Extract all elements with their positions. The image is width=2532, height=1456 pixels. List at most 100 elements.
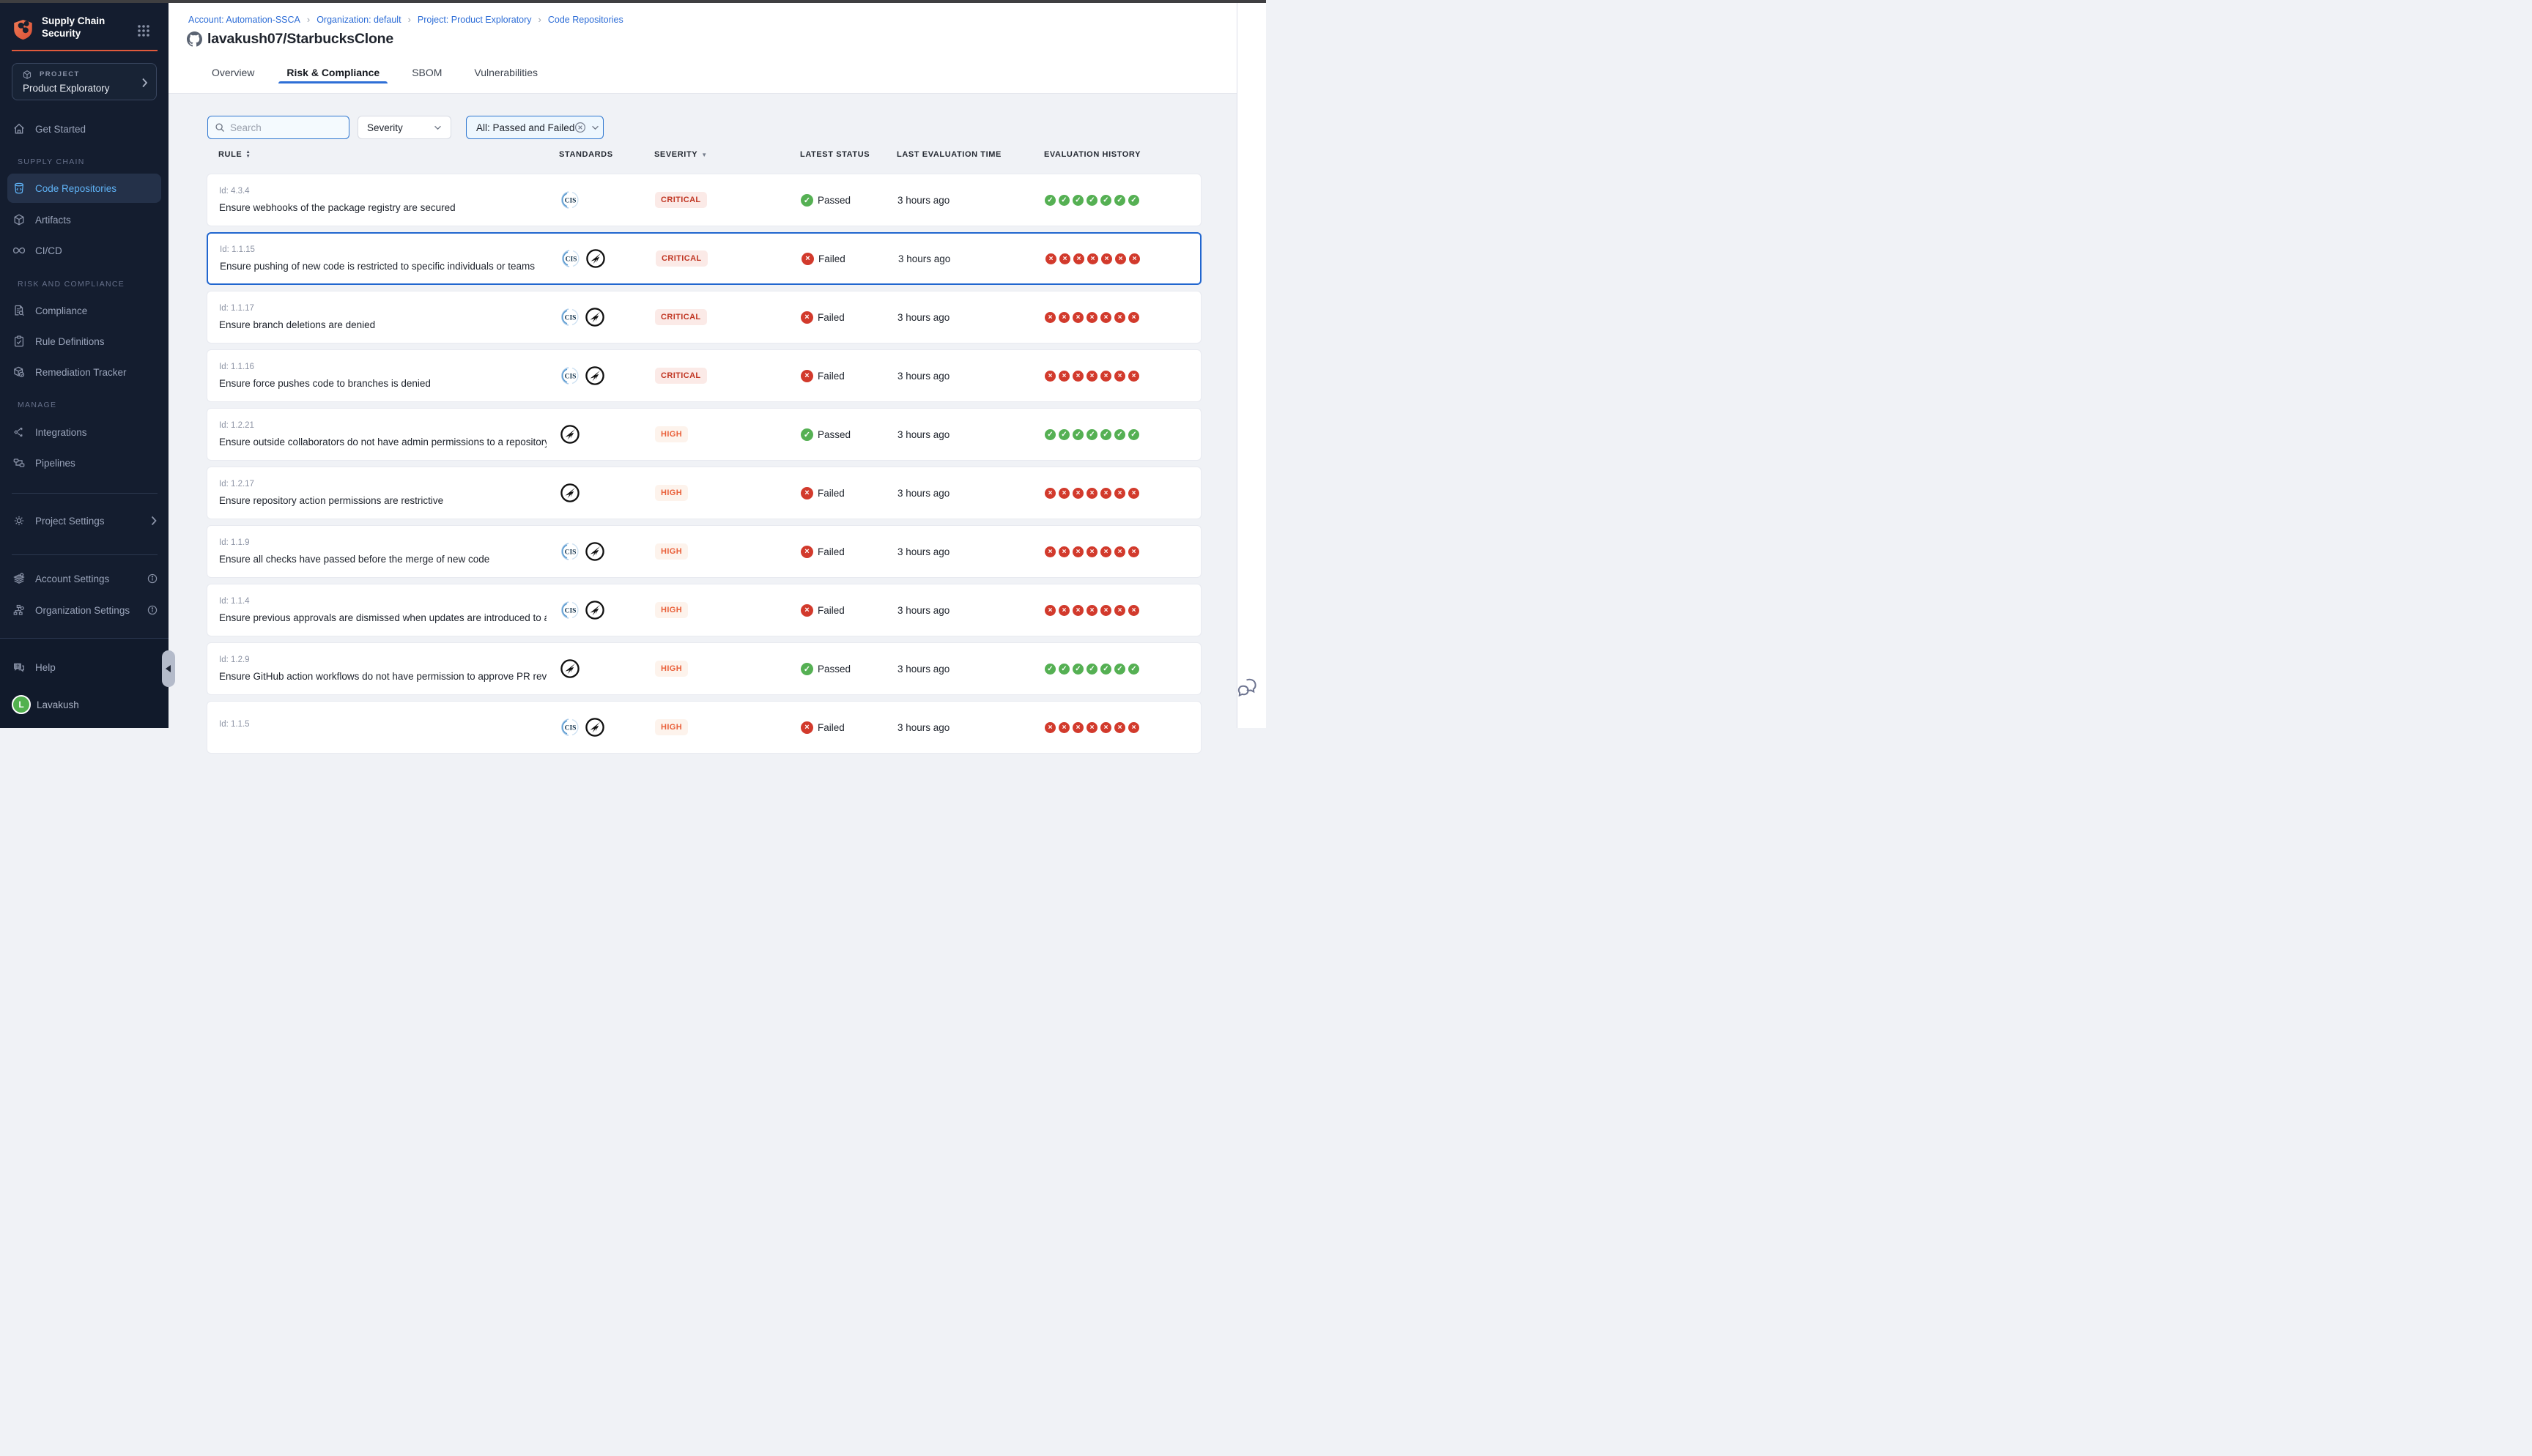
project-selector[interactable]: PROJECT Product Exploratory bbox=[12, 63, 157, 100]
history-failed-icon: × bbox=[1100, 312, 1111, 323]
owasp-badge-icon bbox=[585, 541, 605, 562]
status-icon: × bbox=[801, 370, 813, 382]
sidebar-item-get-started[interactable]: Get Started bbox=[7, 119, 161, 138]
evaluation-time: 3 hours ago bbox=[897, 605, 1045, 616]
rule-sort-icon[interactable]: ▲▼ bbox=[245, 150, 251, 159]
table-row[interactable]: Id: 1.2.17 Ensure repository action perm… bbox=[207, 467, 1202, 519]
sidebar-item-cicd[interactable]: CI/CD bbox=[7, 241, 161, 260]
severity-filter-dropdown[interactable]: Severity bbox=[358, 116, 451, 139]
table-row[interactable]: Id: 1.1.4 Ensure previous approvals are … bbox=[207, 584, 1202, 636]
svg-text:?: ? bbox=[16, 664, 19, 669]
history-failed-icon: × bbox=[1100, 722, 1111, 733]
evaluation-history: ××××××× bbox=[1045, 605, 1201, 616]
severity-cell: HIGH bbox=[655, 602, 801, 618]
history-failed-icon: × bbox=[1073, 546, 1084, 557]
column-header-latest-status: LATEST STATUS bbox=[800, 150, 897, 159]
history-failed-icon: × bbox=[1114, 488, 1125, 499]
history-failed-icon: × bbox=[1115, 253, 1126, 264]
table-row[interactable]: Id: 1.2.21 Ensure outside collaborators … bbox=[207, 408, 1202, 461]
rule-id: Id: 1.1.4 bbox=[219, 597, 547, 606]
project-name: Product Exploratory bbox=[23, 83, 110, 94]
history-failed-icon: × bbox=[1059, 488, 1070, 499]
rule-id: Id: 1.2.21 bbox=[219, 421, 547, 430]
sidebar-item-label: Account Settings bbox=[35, 573, 109, 584]
history-passed-icon: ✓ bbox=[1059, 429, 1070, 440]
cis-badge-icon: CIS bbox=[560, 307, 580, 327]
table-row[interactable]: Id: 1.2.9 Ensure GitHub action workflows… bbox=[207, 642, 1202, 695]
status-filter-dropdown[interactable]: All: Passed and Failed bbox=[466, 116, 604, 139]
github-icon bbox=[187, 31, 202, 47]
sidebar-item-pipelines[interactable]: Pipelines bbox=[7, 453, 161, 472]
rule-text: Ensure webhooks of the package registry … bbox=[219, 202, 547, 213]
app-launcher-grid-icon[interactable] bbox=[136, 23, 151, 38]
rule-id: Id: 1.2.9 bbox=[219, 655, 547, 664]
rule-text: Ensure pushing of new code is restricted… bbox=[220, 261, 547, 272]
page-title: lavakush07/StarbucksClone bbox=[207, 31, 393, 48]
severity-sort-icon[interactable]: ▼ bbox=[701, 152, 708, 158]
breadcrumb-link[interactable]: Project: Product Exploratory bbox=[418, 15, 532, 25]
user-name[interactable]: Lavakush bbox=[37, 699, 79, 710]
search-input[interactable] bbox=[230, 122, 340, 133]
clear-filter-icon[interactable] bbox=[574, 122, 586, 133]
sidebar-item-artifacts[interactable]: Artifacts bbox=[7, 210, 161, 229]
column-header-standards: STANDARDS bbox=[559, 150, 654, 159]
tab-overview[interactable]: Overview bbox=[204, 62, 262, 83]
history-failed-icon: × bbox=[1128, 371, 1139, 382]
rule-cell: Id: 1.1.4 Ensure previous approvals are … bbox=[219, 597, 560, 623]
status-icon: × bbox=[801, 604, 813, 617]
table-row[interactable]: Id: 1.1.17 Ensure branch deletions are d… bbox=[207, 291, 1202, 343]
sidebar-item-rule-definitions[interactable]: Rule Definitions bbox=[7, 332, 161, 351]
sidebar-item-label: Remediation Tracker bbox=[35, 367, 127, 378]
table-row[interactable]: Id: 1.1.9 Ensure all checks have passed … bbox=[207, 525, 1202, 578]
history-passed-icon: ✓ bbox=[1073, 664, 1084, 675]
evaluation-time: 3 hours ago bbox=[897, 488, 1045, 499]
status-filter-label: All: Passed and Failed bbox=[476, 122, 574, 133]
sidebar-item-code-repositories[interactable]: Code Repositories bbox=[7, 174, 161, 203]
history-failed-icon: × bbox=[1087, 488, 1097, 499]
search-icon bbox=[215, 122, 225, 133]
tab-risk-compliance[interactable]: Risk & Compliance bbox=[278, 62, 388, 83]
sidebar-item-help[interactable]: ? Help bbox=[7, 658, 161, 677]
tab-vulnerabilities[interactable]: Vulnerabilities bbox=[466, 62, 546, 83]
status-label: Passed bbox=[818, 195, 851, 206]
chevron-right-icon bbox=[141, 78, 148, 88]
info-icon[interactable] bbox=[147, 573, 158, 584]
layers-gear-icon bbox=[12, 572, 26, 585]
chevron-down-icon bbox=[434, 125, 442, 130]
rule-id: Id: 1.1.17 bbox=[219, 304, 547, 313]
severity-cell: CRITICAL bbox=[655, 368, 801, 384]
table-row[interactable]: Id: 1.1.15 Ensure pushing of new code is… bbox=[207, 232, 1202, 285]
severity-badge: CRITICAL bbox=[655, 368, 707, 384]
standards-cell: CIS bbox=[560, 717, 655, 738]
table-row[interactable]: Id: 4.3.4 Ensure webhooks of the package… bbox=[207, 174, 1202, 226]
breadcrumb-link[interactable]: Organization: default bbox=[316, 15, 401, 25]
table-row[interactable]: Id: 1.1.16 Ensure force pushes code to b… bbox=[207, 349, 1202, 402]
sidebar-item-compliance[interactable]: Compliance bbox=[7, 301, 161, 320]
sidebar-item-project-settings[interactable]: Project Settings bbox=[7, 511, 161, 530]
sidebar-collapse-handle[interactable] bbox=[162, 650, 175, 687]
history-passed-icon: ✓ bbox=[1059, 664, 1070, 675]
history-failed-icon: × bbox=[1128, 546, 1139, 557]
sidebar-item-remediation-tracker[interactable]: Remediation Tracker bbox=[7, 363, 161, 382]
tab-sbom[interactable]: SBOM bbox=[404, 62, 450, 83]
table-row[interactable]: Id: 1.1.5 CIS HIGH × Failed bbox=[207, 701, 1202, 754]
info-icon[interactable] bbox=[147, 605, 158, 615]
vertical-scrollbar[interactable] bbox=[1237, 3, 1266, 728]
standards-cell: CIS bbox=[560, 541, 655, 562]
breadcrumb-link[interactable]: Code Repositories bbox=[548, 15, 623, 25]
rule-id: Id: 1.1.9 bbox=[219, 538, 547, 547]
sidebar-item-account-settings[interactable]: Account Settings bbox=[7, 569, 161, 588]
user-avatar[interactable]: L bbox=[12, 695, 31, 714]
status-cell: ✓ Passed bbox=[801, 428, 897, 441]
chat-support-icon[interactable] bbox=[1236, 675, 1261, 702]
sidebar-item-integrations[interactable]: Integrations bbox=[7, 423, 161, 442]
sidebar-item-organization-settings[interactable]: Organization Settings bbox=[7, 601, 161, 620]
evaluation-time: 3 hours ago bbox=[897, 722, 1045, 733]
history-failed-icon: × bbox=[1087, 605, 1097, 616]
history-failed-icon: × bbox=[1045, 605, 1056, 616]
severity-cell: HIGH bbox=[655, 543, 801, 560]
rule-text: Ensure force pushes code to branches is … bbox=[219, 378, 547, 389]
breadcrumb-link[interactable]: Account: Automation-SSCA bbox=[188, 15, 300, 25]
history-passed-icon: ✓ bbox=[1114, 664, 1125, 675]
title-row: lavakush07/StarbucksClone bbox=[187, 31, 393, 48]
